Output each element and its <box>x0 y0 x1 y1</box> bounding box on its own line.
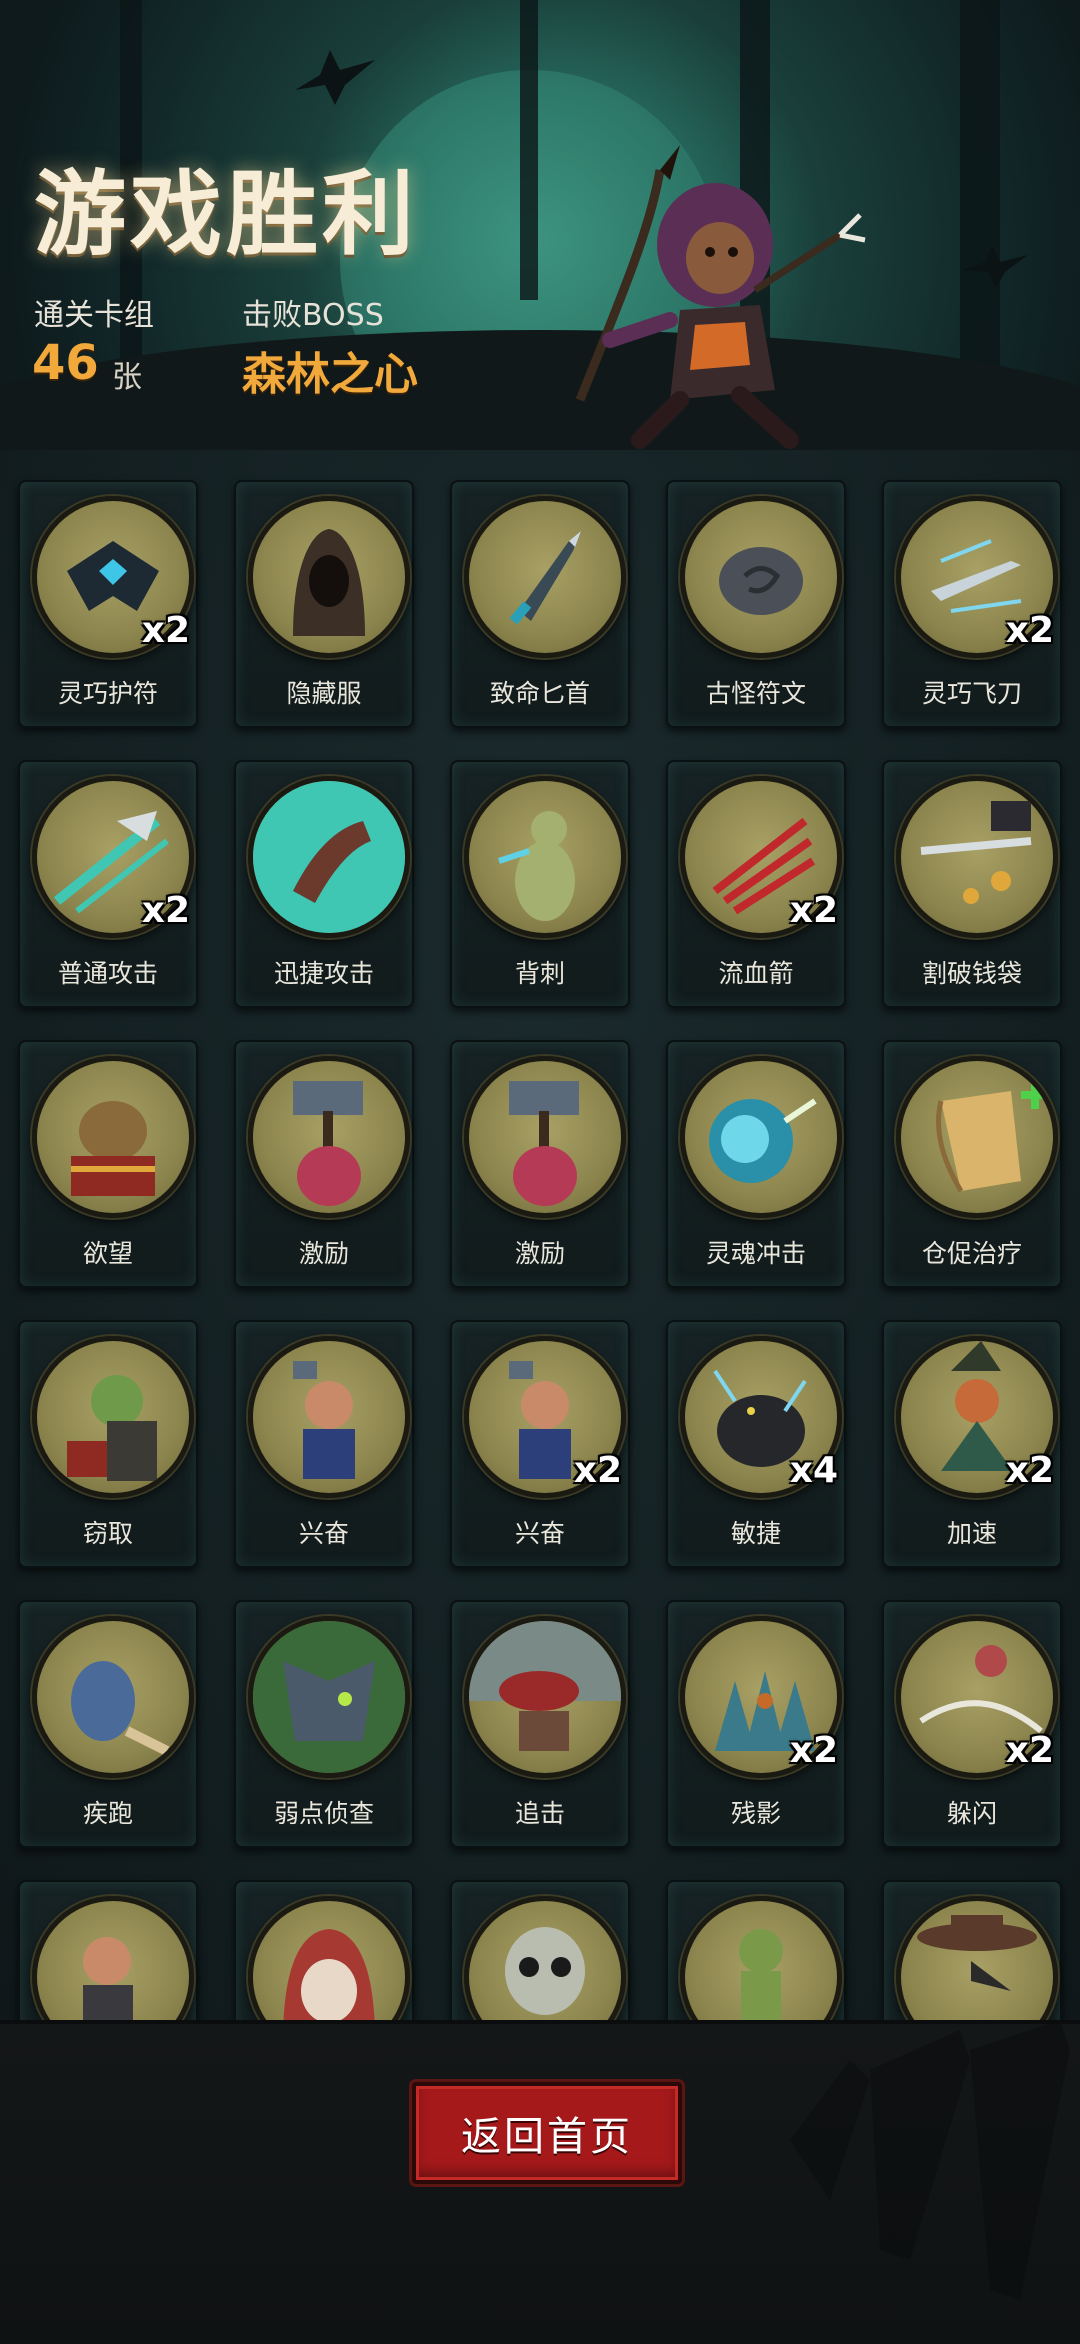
card-name: 弱点侦查 <box>273 1799 374 1828</box>
boss-label: 击败BOSS <box>242 298 384 333</box>
card-name: 仓促治疗 <box>921 1239 1022 1268</box>
goblin-thief-icon <box>32 1336 194 1498</box>
card-count-badge: x2 <box>141 610 190 651</box>
wolf-icon <box>248 1616 410 1778</box>
card-count-badge: x2 <box>789 1730 838 1771</box>
card-name: 致命匕首 <box>489 679 590 708</box>
card-name: 残影 <box>730 1799 781 1828</box>
card-count-badge: x2 <box>789 890 838 931</box>
claw-decoration <box>790 2020 1070 2300</box>
hammer-warrior-icon <box>464 1056 626 1218</box>
card-name: 灵巧护符 <box>57 679 158 708</box>
deck-unit: 张 <box>112 360 142 395</box>
tree-decoration <box>520 0 538 300</box>
card-name: 躲闪 <box>946 1799 997 1828</box>
skill-card[interactable] <box>18 1880 198 2020</box>
victory-banner: 游戏胜利 通关卡组 46 张 击败BOSS 森林之心 <box>0 0 1080 450</box>
card-name: 割破钱袋 <box>921 959 1022 988</box>
skill-card[interactable] <box>666 1880 846 2020</box>
hammer-warrior-icon <box>248 1056 410 1218</box>
skill-card[interactable]: 仓促治疗 <box>882 1040 1062 1288</box>
skill-card[interactable]: 激励 <box>234 1040 414 1288</box>
card-count-badge: x2 <box>1005 610 1054 651</box>
rogue-hero-illustration <box>575 145 866 449</box>
card-name: 兴奋 <box>514 1519 565 1548</box>
skill-card[interactable]: 迅捷攻击 <box>234 760 414 1008</box>
card-name: 迅捷攻击 <box>273 959 374 988</box>
card-name: 兴奋 <box>298 1519 349 1548</box>
pursuit-icon <box>464 1616 626 1778</box>
dwarf-warrior-icon <box>32 1896 194 2020</box>
card-name: 古怪符文 <box>705 679 806 708</box>
skill-card[interactable]: 灵魂冲击 <box>666 1040 846 1288</box>
card-name: 敏捷 <box>730 1519 781 1548</box>
skill-card[interactable] <box>234 1880 414 2020</box>
hood-icon <box>248 496 410 658</box>
skill-card[interactable]: x2 残影 <box>666 1600 846 1848</box>
skill-card[interactable]: x2 流血箭 <box>666 760 846 1008</box>
cut-purse-icon <box>896 776 1058 938</box>
backstab-icon <box>464 776 626 938</box>
scroll-heal-icon <box>896 1056 1058 1218</box>
dagger-icon <box>464 496 626 658</box>
card-name: 灵魂冲击 <box>705 1239 806 1268</box>
skill-card[interactable] <box>882 1880 1062 2020</box>
skill-card[interactable]: 致命匕首 <box>450 480 630 728</box>
skill-card[interactable]: x4 敏捷 <box>666 1320 846 1568</box>
skill-card[interactable]: x2 加速 <box>882 1320 1062 1568</box>
quick-strike-icon <box>248 776 410 938</box>
skill-card[interactable]: 窃取 <box>18 1320 198 1568</box>
card-grid[interactable]: x2 灵巧护符 隐藏服 致命匕首 古怪符文 x2 灵巧飞刀 x2 普通攻击 迅捷攻击 背刺 x2 流血箭… <box>0 450 1080 2020</box>
card-name: 普通攻击 <box>57 959 158 988</box>
skill-card[interactable]: x2 灵巧飞刀 <box>882 480 1062 728</box>
skill-card[interactable]: 古怪符文 <box>666 480 846 728</box>
deck-count: 46 <box>32 335 99 391</box>
card-name: 欲望 <box>82 1239 133 1268</box>
skull-icon <box>464 1896 626 2020</box>
greed-icon <box>32 1056 194 1218</box>
skill-card[interactable]: 激励 <box>450 1040 630 1288</box>
skill-card[interactable]: x2 灵巧护符 <box>18 480 198 728</box>
skill-card[interactable]: 兴奋 <box>234 1320 414 1568</box>
card-count-badge: x2 <box>1005 1450 1054 1491</box>
skill-card[interactable]: 弱点侦查 <box>234 1600 414 1848</box>
bat-icon <box>962 245 1028 288</box>
card-name: 流血箭 <box>718 959 794 988</box>
card-name: 隐藏服 <box>286 679 362 708</box>
soul-blast-icon <box>680 1056 842 1218</box>
skill-card[interactable]: 割破钱袋 <box>882 760 1062 1008</box>
rune-stone-icon <box>680 496 842 658</box>
skill-card[interactable]: 追击 <box>450 1600 630 1848</box>
card-name: 灵巧飞刀 <box>921 679 1022 708</box>
card-name: 激励 <box>514 1239 565 1268</box>
skill-card[interactable]: 背刺 <box>450 760 630 1008</box>
return-home-button[interactable]: 返回首页 <box>412 2082 682 2184</box>
card-name: 激励 <box>298 1239 349 1268</box>
card-name: 追击 <box>514 1799 565 1828</box>
card-count-badge: x2 <box>141 890 190 931</box>
excited-dwarf-icon <box>248 1336 410 1498</box>
skill-card[interactable]: 欲望 <box>18 1040 198 1288</box>
card-count-badge: x2 <box>573 1450 622 1491</box>
card-name: 背刺 <box>514 959 565 988</box>
skill-card[interactable]: 疾跑 <box>18 1600 198 1848</box>
skill-card[interactable]: x2 普通攻击 <box>18 760 198 1008</box>
card-count-badge: x2 <box>1005 1730 1054 1771</box>
deck-label: 通关卡组 <box>34 298 154 333</box>
card-name: 疾跑 <box>82 1799 133 1828</box>
skill-card[interactable]: x2 躲闪 <box>882 1600 1062 1848</box>
boss-name: 森林之心 <box>242 349 418 400</box>
red-hood-icon <box>248 1896 410 2020</box>
skill-card[interactable] <box>450 1880 630 2020</box>
running-beast-icon <box>32 1616 194 1778</box>
card-name: 加速 <box>946 1519 997 1548</box>
skill-card[interactable]: x2 兴奋 <box>450 1320 630 1568</box>
bat-icon <box>295 50 375 105</box>
skill-card[interactable]: 隐藏服 <box>234 480 414 728</box>
card-count-badge: x4 <box>789 1450 838 1491</box>
card-name: 窃取 <box>82 1519 133 1548</box>
page-title: 游戏胜利 <box>34 161 419 268</box>
tree-decoration <box>960 0 1000 420</box>
